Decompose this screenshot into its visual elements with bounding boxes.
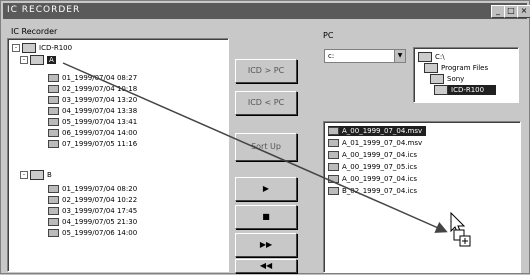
drag-arrow (62, 62, 448, 233)
main-window: IC RECORDER _ □ × IC Recorder - ICD-R100… (0, 0, 530, 274)
copy-cursor-icon (450, 211, 471, 247)
drag-overlay (62, 62, 471, 247)
